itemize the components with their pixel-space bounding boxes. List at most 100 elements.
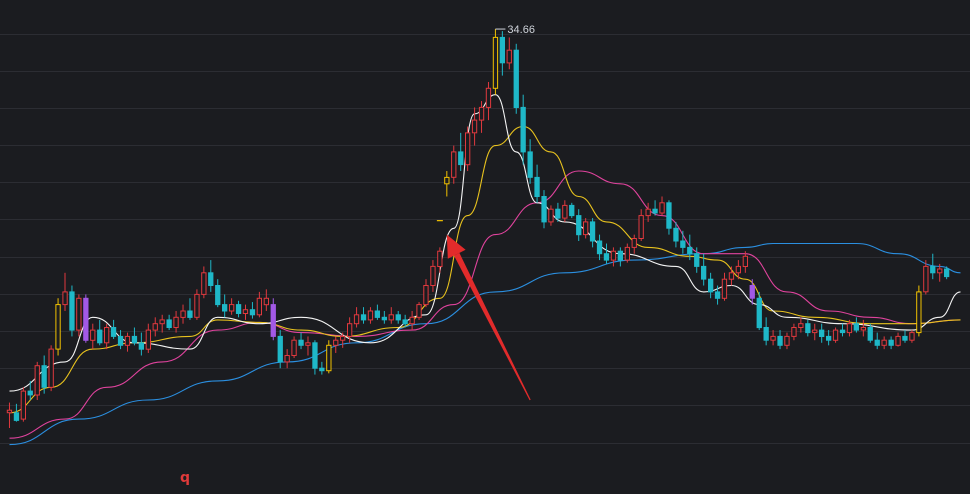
candle[interactable] [374,304,381,320]
candle[interactable] [541,190,547,229]
candle[interactable] [728,266,735,286]
candle[interactable] [583,218,589,239]
candle[interactable] [69,285,75,337]
candle[interactable] [444,171,450,197]
candle[interactable] [867,323,873,343]
candle[interactable] [263,289,270,311]
candle[interactable] [360,307,367,324]
candle[interactable] [895,332,901,347]
candle[interactable] [180,304,186,324]
candle[interactable] [423,279,429,308]
candle[interactable] [312,340,318,375]
candle[interactable] [187,298,193,320]
candle[interactable] [916,285,922,337]
candle[interactable] [173,310,179,333]
candle[interactable] [791,323,797,341]
candle[interactable] [784,332,790,350]
candle[interactable] [881,336,887,350]
candle[interactable] [624,243,631,263]
candle[interactable] [513,43,519,114]
candle[interactable] [763,317,769,346]
candle[interactable] [888,336,894,350]
candle[interactable] [110,319,117,339]
candle[interactable] [381,310,388,324]
candle[interactable] [839,323,846,337]
candle[interactable] [534,164,540,203]
candle[interactable] [340,332,346,348]
candle[interactable] [117,330,124,350]
candle[interactable] [215,279,221,308]
candle[interactable] [631,234,637,254]
candle[interactable] [20,387,27,422]
candle[interactable] [229,298,235,315]
candle[interactable] [6,402,13,429]
candle[interactable] [430,260,436,292]
candle[interactable] [478,101,485,133]
candle[interactable] [388,307,394,324]
candle[interactable] [326,340,332,374]
candle[interactable] [680,230,686,254]
stock-chart[interactable]: 34.66 q [0,0,970,494]
candlestick-chart-svg[interactable]: 34.66 q [0,0,970,494]
candle[interactable] [826,330,832,346]
candle[interactable] [194,289,200,320]
candle[interactable] [603,243,610,264]
candle[interactable] [97,319,103,346]
candle[interactable] [853,317,860,333]
candle[interactable] [742,251,749,273]
candle[interactable] [520,94,526,165]
candle[interactable] [666,200,672,235]
candle[interactable] [652,200,658,216]
candle[interactable] [152,317,158,337]
candle[interactable] [548,205,554,226]
candle[interactable] [923,260,929,295]
candle[interactable] [562,200,568,222]
candle[interactable] [131,327,138,346]
candle[interactable] [610,247,617,267]
candle[interactable] [166,314,172,331]
candle[interactable] [832,327,839,343]
candle[interactable] [201,266,207,299]
candle[interactable] [659,196,665,216]
candle[interactable] [798,317,804,333]
candle[interactable] [319,361,325,375]
candle[interactable] [874,332,880,350]
candle[interactable] [305,336,311,356]
candle[interactable] [145,323,151,353]
candle[interactable] [249,302,256,319]
candle[interactable] [235,300,242,318]
candle[interactable] [242,304,249,320]
candle[interactable] [333,336,339,353]
candle[interactable] [465,126,471,172]
candle[interactable] [395,310,401,324]
candle[interactable] [284,349,290,369]
candle[interactable] [569,202,575,219]
candle[interactable] [48,345,54,392]
candle[interactable] [770,330,776,346]
candle[interactable] [721,272,728,301]
candle[interactable] [576,209,582,241]
candle[interactable] [499,31,506,76]
candle[interactable] [367,307,374,324]
candle[interactable] [83,294,89,343]
candle[interactable] [458,132,464,172]
candle[interactable] [819,323,825,343]
candle[interactable] [34,361,40,401]
candle[interactable] [62,272,68,311]
candle[interactable] [589,218,596,248]
candle[interactable] [617,247,624,267]
candle[interactable] [777,330,783,350]
candle[interactable] [451,145,457,184]
candle[interactable] [76,294,82,337]
candle[interactable] [409,310,415,331]
candle[interactable] [506,37,512,70]
candle[interactable] [159,314,165,333]
candle[interactable] [805,319,811,337]
candle[interactable] [124,332,131,352]
candle[interactable] [485,81,492,121]
candle[interactable] [55,298,61,356]
candle[interactable] [13,403,20,422]
candle[interactable] [860,319,867,337]
candle[interactable] [492,29,499,95]
candle[interactable] [90,323,96,350]
